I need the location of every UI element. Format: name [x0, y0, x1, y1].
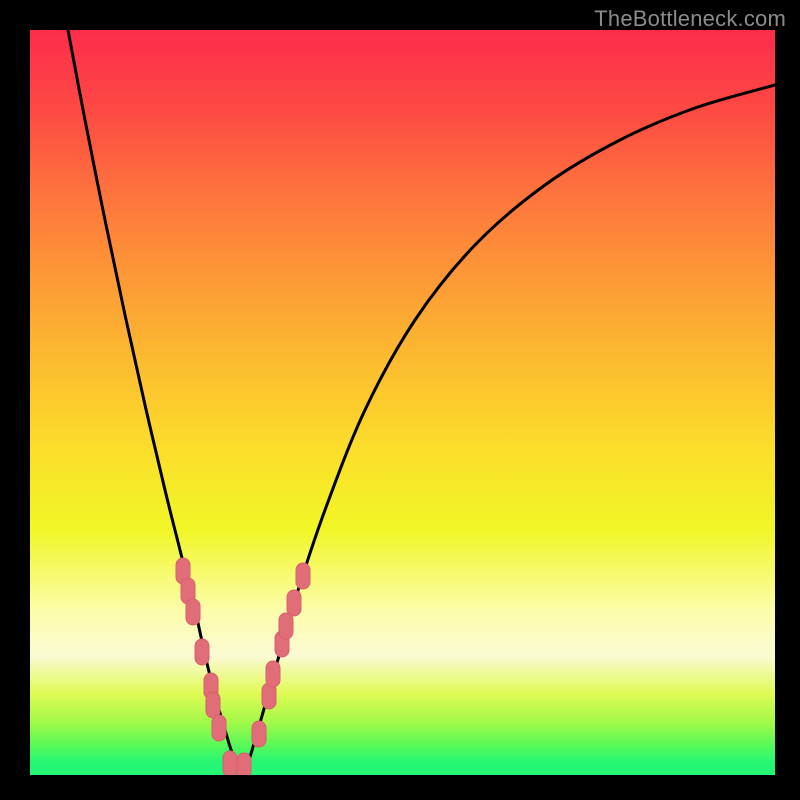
right-branch-curve: [246, 85, 775, 770]
outer-frame: TheBottleneck.com: [0, 0, 800, 800]
data-pill: [212, 715, 226, 741]
data-pill: [186, 599, 200, 625]
data-pill: [252, 721, 266, 747]
curves-layer: [30, 30, 775, 775]
data-pill: [195, 639, 209, 665]
data-pill: [296, 563, 310, 589]
data-pill: [266, 661, 280, 687]
data-pill: [287, 590, 301, 616]
marker-group: [176, 558, 310, 775]
watermark-text: TheBottleneck.com: [594, 6, 786, 32]
data-pill: [223, 751, 237, 775]
left-branch-curve: [68, 30, 246, 770]
data-pill: [279, 613, 293, 639]
data-pill: [206, 692, 220, 718]
data-pill: [237, 753, 251, 775]
plot-area: [30, 30, 775, 775]
